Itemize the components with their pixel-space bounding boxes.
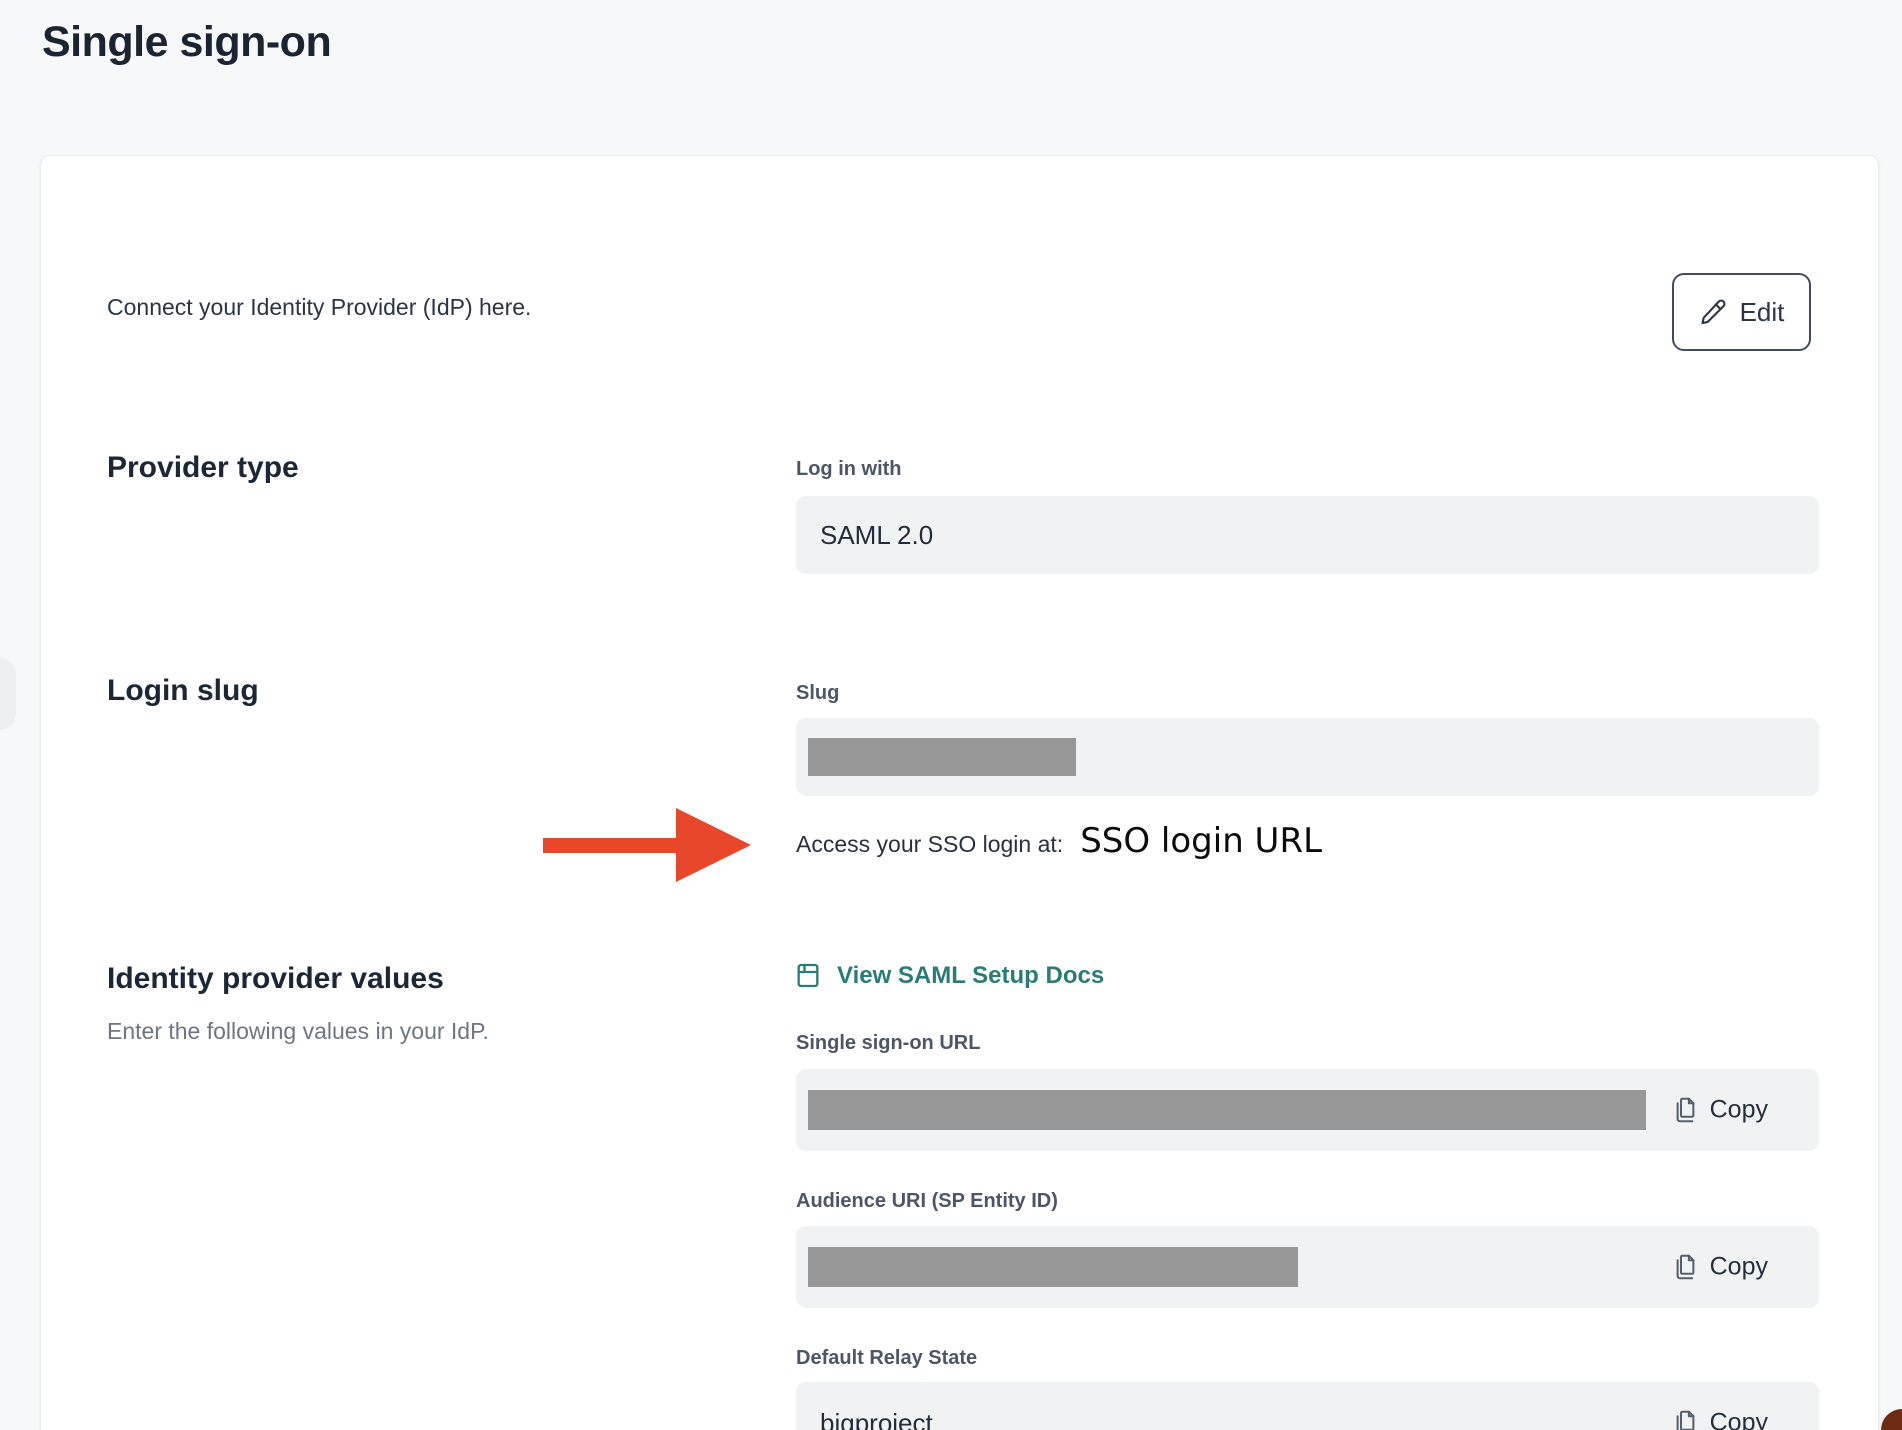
default-relay-state-field: bigproject Copy <box>796 1382 1819 1430</box>
corner-annotation-shape <box>1881 1409 1902 1430</box>
copy-button-label: Copy <box>1710 1409 1768 1430</box>
pencil-icon <box>1699 298 1727 326</box>
sso-url-label: Single sign-on URL <box>796 1032 980 1055</box>
audience-uri-redacted-value <box>808 1247 1298 1287</box>
intro-text: Connect your Identity Provider (IdP) her… <box>107 294 531 321</box>
copy-button-label: Copy <box>1710 1096 1768 1125</box>
page-title: Single sign-on <box>42 18 331 67</box>
idp-values-subheading: Enter the following values in your IdP. <box>107 1018 489 1045</box>
copy-pages-icon <box>1672 1410 1699 1430</box>
login-slug-heading: Login slug <box>107 674 259 708</box>
idp-values-heading: Identity provider values <box>107 962 444 996</box>
slug-field <box>796 718 1819 796</box>
copy-audience-uri-button[interactable]: Copy <box>1672 1253 1768 1282</box>
copy-pages-icon <box>1672 1254 1699 1281</box>
copy-sso-url-button[interactable]: Copy <box>1672 1096 1768 1125</box>
sso-settings-card: Connect your Identity Provider (IdP) her… <box>40 155 1879 1430</box>
copy-relay-state-button[interactable]: Copy <box>1672 1409 1768 1430</box>
audience-uri-label: Audience URI (SP Entity ID) <box>796 1190 1058 1213</box>
sso-settings-page: Single sign-on Connect your Identity Pro… <box>0 0 1902 1430</box>
sso-login-url-annotation: SSO login URL <box>1080 821 1322 861</box>
default-relay-state-value: bigproject <box>796 1408 933 1430</box>
provider-type-value: SAML 2.0 <box>796 520 933 551</box>
provider-type-field: SAML 2.0 <box>796 496 1819 574</box>
edit-button-label: Edit <box>1740 297 1785 328</box>
copy-pages-icon <box>1672 1097 1699 1124</box>
login-with-label: Log in with <box>796 458 902 481</box>
sso-login-access-row: Access your SSO login at: SSO login URL <box>796 821 1322 861</box>
access-prefix-text: Access your SSO login at: <box>796 831 1063 858</box>
sso-url-field: Copy <box>796 1069 1819 1151</box>
edit-button[interactable]: Edit <box>1672 273 1811 351</box>
copy-button-label: Copy <box>1710 1253 1768 1282</box>
view-saml-setup-docs-link[interactable]: View SAML Setup Docs <box>794 959 1104 992</box>
sso-url-redacted-value <box>808 1090 1646 1130</box>
default-relay-state-label: Default Relay State <box>796 1347 977 1370</box>
slug-redacted-value <box>808 738 1076 776</box>
slug-label: Slug <box>796 682 839 705</box>
drawer-handle[interactable] <box>0 658 16 730</box>
docs-link-label: View SAML Setup Docs <box>837 962 1104 990</box>
audience-uri-field: Copy <box>796 1226 1819 1308</box>
red-arrow-right-icon <box>543 808 751 882</box>
book-icon <box>794 959 822 992</box>
provider-type-heading: Provider type <box>107 451 299 485</box>
